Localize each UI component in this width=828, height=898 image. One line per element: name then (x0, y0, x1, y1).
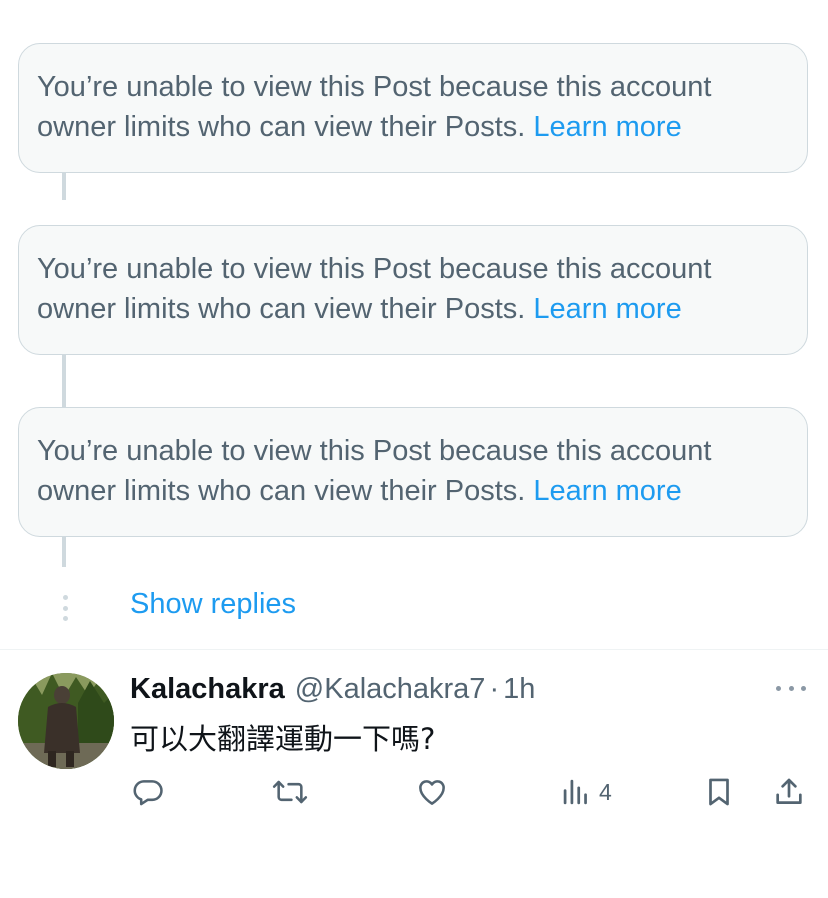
learn-more-link[interactable]: Learn more (533, 111, 681, 143)
more-icon[interactable] (776, 683, 806, 693)
separator: · (489, 672, 500, 705)
like-button[interactable] (415, 772, 449, 812)
retweet-button[interactable] (271, 772, 309, 812)
bookmark-icon (709, 778, 729, 806)
thread-dots (62, 595, 68, 621)
learn-more-link[interactable]: Learn more (533, 475, 681, 507)
divider (0, 649, 828, 650)
author-handle[interactable]: @Kalachakra7 (295, 673, 486, 706)
reply-button[interactable] (131, 772, 165, 812)
views-icon (563, 779, 587, 805)
unavailable-post-notice: You’re unable to view this Post because … (18, 43, 808, 173)
unavailable-post-notice: You’re unable to view this Post because … (18, 407, 808, 537)
bookmark-button[interactable] (703, 772, 735, 812)
tweet-time[interactable]: 1h (503, 673, 535, 706)
share-icon (776, 778, 802, 804)
thread-line (62, 537, 66, 567)
thread-line (62, 355, 66, 407)
show-replies-link[interactable]: Show replies (130, 588, 296, 621)
thread-line (62, 173, 66, 200)
views-button[interactable]: 4 (561, 772, 612, 812)
share-button[interactable] (772, 772, 806, 812)
heart-icon (419, 780, 445, 805)
avatar[interactable] (18, 673, 114, 769)
tweet-text: 可以大翻譯運動一下嗎? (130, 722, 436, 756)
retweet-icon (272, 780, 308, 804)
learn-more-link[interactable]: Learn more (533, 293, 681, 325)
author-name[interactable]: Kalachakra (130, 673, 285, 706)
reply-icon (133, 780, 163, 806)
tweet-header: Kalachakra @Kalachakra7 · 1h (130, 671, 535, 707)
views-count: 4 (599, 778, 612, 805)
unavailable-post-notice: You’re unable to view this Post because … (18, 225, 808, 355)
